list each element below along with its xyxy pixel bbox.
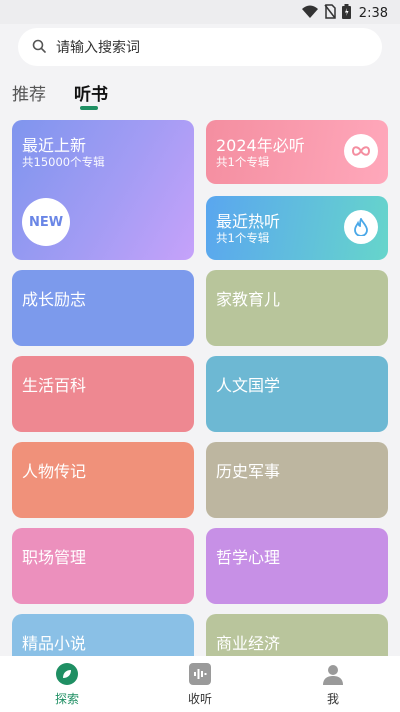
battery-icon bbox=[341, 4, 351, 23]
category-card[interactable]: 历史军事 bbox=[206, 442, 388, 518]
category-card[interactable]: 商业经济 bbox=[206, 614, 388, 656]
category-label: 家教育儿 bbox=[216, 290, 281, 309]
category-label: 哲学心理 bbox=[216, 548, 281, 567]
card-hot[interactable]: 最近热听 共1个专辑 bbox=[206, 196, 388, 260]
card-latest[interactable]: 最近上新 共15000个专辑 NEW bbox=[12, 120, 194, 260]
category-label: 职场管理 bbox=[22, 548, 87, 567]
new-badge: NEW bbox=[22, 198, 70, 246]
nav-me[interactable]: 我 bbox=[293, 662, 373, 707]
nav-listen-label: 收听 bbox=[187, 692, 212, 706]
category-label: 成长励志 bbox=[22, 290, 87, 309]
category-card[interactable]: 哲学心理 bbox=[206, 528, 388, 604]
nav-explore-label: 探索 bbox=[54, 692, 79, 706]
category-card[interactable]: 职场管理 bbox=[12, 528, 194, 604]
status-icons: 2:38 bbox=[301, 4, 388, 23]
card-latest-subtitle: 共15000个专辑 bbox=[22, 155, 105, 169]
card-2024-title: 2024年必听 bbox=[216, 136, 305, 155]
status-time: 2:38 bbox=[358, 6, 388, 21]
category-card[interactable]: 人文国学 bbox=[206, 356, 388, 432]
audio-wave-icon bbox=[188, 662, 212, 686]
category-card[interactable]: 生活百科 bbox=[12, 356, 194, 432]
category-label: 商业经济 bbox=[216, 634, 281, 653]
category-label: 历史军事 bbox=[216, 462, 281, 481]
category-card[interactable]: 人物传记 bbox=[12, 442, 194, 518]
infinity-icon bbox=[344, 134, 378, 168]
tab-indicator bbox=[80, 106, 98, 110]
status-bar: 2:38 bbox=[0, 0, 400, 24]
category-label: 生活百科 bbox=[22, 376, 87, 395]
category-label: 人物传记 bbox=[22, 462, 87, 481]
search-input[interactable]: 请输入搜索词 bbox=[18, 28, 382, 66]
category-card[interactable]: 家教育儿 bbox=[206, 270, 388, 346]
flame-icon bbox=[344, 210, 378, 244]
bottom-nav: 探索 收听 我 bbox=[0, 656, 400, 712]
search-icon bbox=[32, 38, 46, 57]
search-placeholder: 请输入搜索词 bbox=[56, 40, 140, 56]
card-hot-title: 最近热听 bbox=[216, 212, 281, 231]
card-hot-subtitle: 共1个专辑 bbox=[216, 231, 270, 245]
category-card[interactable]: 成长励志 bbox=[12, 270, 194, 346]
leaf-icon bbox=[55, 662, 79, 686]
tab-recommend[interactable]: 推荐 bbox=[12, 80, 46, 105]
content-area: 最近上新 共15000个专辑 NEW 2024年必听 共1个专辑 最近热听 共1… bbox=[0, 118, 400, 656]
category-card[interactable]: 精品小说 bbox=[12, 614, 194, 656]
person-icon bbox=[321, 662, 345, 686]
nav-me-label: 我 bbox=[326, 692, 339, 706]
card-2024-subtitle: 共1个专辑 bbox=[216, 155, 270, 169]
card-latest-title: 最近上新 bbox=[22, 136, 87, 155]
no-sim-icon bbox=[324, 4, 336, 23]
card-2024[interactable]: 2024年必听 共1个专辑 bbox=[206, 120, 388, 184]
category-label: 人文国学 bbox=[216, 376, 281, 395]
category-label: 精品小说 bbox=[22, 634, 87, 653]
tab-audiobooks[interactable]: 听书 bbox=[74, 80, 108, 105]
wifi-icon bbox=[301, 4, 318, 23]
nav-listen[interactable]: 收听 bbox=[160, 662, 240, 707]
nav-explore[interactable]: 探索 bbox=[27, 662, 107, 707]
